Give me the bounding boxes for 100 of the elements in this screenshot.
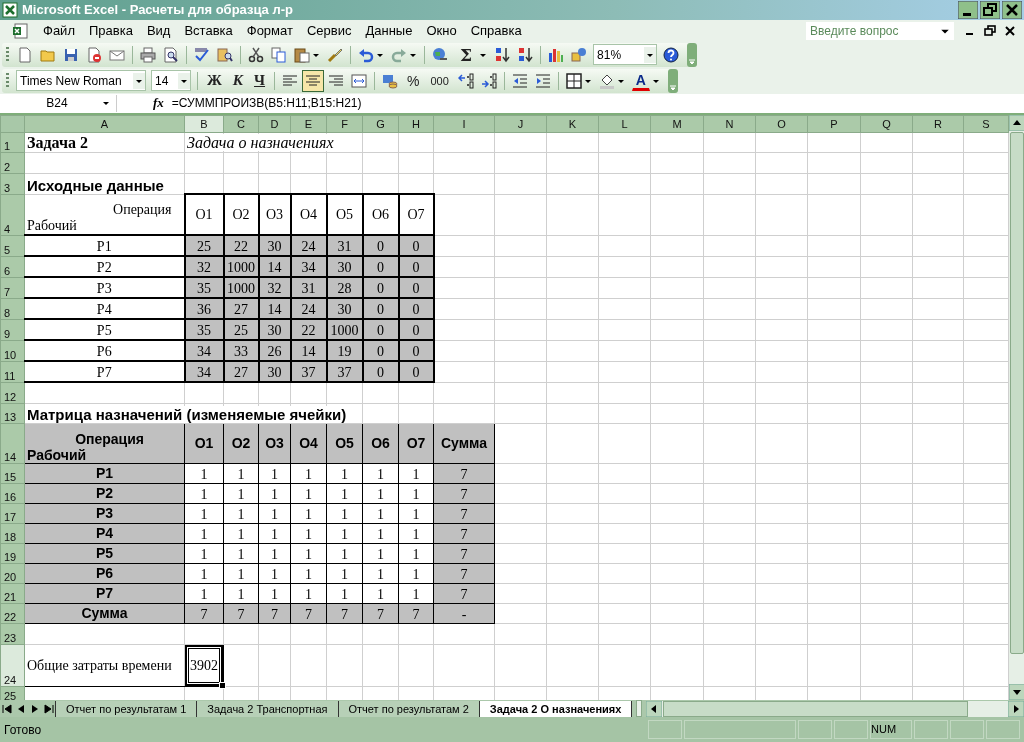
borders-icon[interactable] (565, 72, 582, 89)
menu-item[interactable]: Справка (463, 22, 529, 40)
column-header[interactable]: M (650, 115, 704, 133)
table-cell[interactable]: 1 (326, 483, 363, 504)
column-header[interactable]: A (24, 115, 185, 133)
row-header[interactable]: 12 (0, 382, 25, 404)
table-cell[interactable]: 1 (290, 583, 327, 604)
italic-button[interactable]: К (227, 69, 249, 92)
table-cell[interactable]: 1 (362, 483, 399, 504)
column-header[interactable]: E (290, 115, 327, 133)
table-cell[interactable]: O5 (326, 423, 363, 464)
row-header[interactable]: 20 (0, 563, 25, 584)
restore-icon[interactable] (980, 0, 1000, 19)
row-header[interactable]: 19 (0, 543, 25, 564)
scroll-thumb[interactable] (663, 700, 968, 717)
table-cell[interactable]: 1 (362, 523, 399, 544)
scroll-right-icon[interactable] (1008, 700, 1024, 717)
menu-item[interactable]: Окно (419, 22, 464, 40)
caret-icon[interactable] (178, 72, 190, 89)
table-cell[interactable]: 1 (398, 503, 434, 524)
scroll-left-icon[interactable] (646, 700, 663, 717)
table-cell[interactable]: 1 (184, 543, 224, 564)
table-cell[interactable]: 1 (362, 463, 399, 484)
blank-page-icon[interactable] (17, 46, 33, 63)
undo-arrow-icon[interactable] (358, 46, 374, 63)
page-stop-icon[interactable] (86, 46, 102, 63)
menu-item[interactable]: Файл (36, 22, 82, 40)
row-header[interactable]: 16 (0, 483, 25, 504)
row-header[interactable]: 24 (0, 644, 25, 687)
table-cell[interactable]: 1 (290, 523, 327, 544)
table-cell[interactable]: 1 (398, 543, 434, 564)
column-header[interactable]: I (433, 115, 495, 133)
table-cell[interactable]: 1 (290, 563, 327, 584)
table-cell[interactable]: Сумма (433, 423, 495, 464)
table-cell[interactable]: 1 (223, 483, 259, 504)
font-field[interactable]: Times New Roman (16, 70, 146, 92)
bar-chart-icon[interactable] (548, 46, 565, 63)
row-header[interactable]: 10 (0, 340, 25, 362)
menu-item[interactable]: Формат (239, 22, 300, 40)
scroll-thumb[interactable] (1010, 131, 1024, 654)
thousands-button[interactable]: 000 (425, 69, 454, 92)
row-header[interactable]: 2 (0, 152, 25, 174)
help-circle-icon[interactable] (663, 46, 680, 63)
formula-field[interactable]: =СУММПРОИЗВ(B5:H11;B15:H21) (171, 96, 362, 111)
paintbrush-icon[interactable] (327, 46, 343, 63)
table-cell[interactable]: 1 (184, 563, 224, 584)
table-cell[interactable]: 1 (290, 503, 327, 524)
align-center-icon[interactable] (305, 72, 322, 89)
caret-icon[interactable] (133, 72, 145, 89)
sheet-tab[interactable]: Отчет по результатам 1 (55, 700, 198, 717)
table-cell[interactable]: 1 (223, 543, 259, 564)
coin-stack-icon[interactable] (382, 72, 399, 89)
row-header[interactable]: 13 (0, 403, 25, 424)
row-header[interactable]: 5 (0, 235, 25, 257)
table-cell[interactable]: 1 (290, 463, 327, 484)
table-cell[interactable]: 1 (223, 523, 259, 544)
row-header[interactable]: 22 (0, 603, 25, 624)
row-header[interactable]: 7 (0, 277, 25, 299)
autosum-button[interactable]: Σ (455, 43, 478, 66)
column-header[interactable]: N (703, 115, 756, 133)
table-cell[interactable]: 3902 (184, 644, 224, 687)
column-header[interactable]: K (546, 115, 599, 133)
zoom-field[interactable]: 81% (593, 44, 658, 66)
workbook-icon[interactable] (12, 22, 28, 39)
table-cell[interactable]: 1 (290, 543, 327, 564)
row-header[interactable]: 3 (0, 173, 25, 195)
close-icon[interactable] (1003, 23, 1017, 38)
row-header[interactable]: 18 (0, 523, 25, 544)
printer-icon[interactable] (140, 46, 156, 63)
row-header[interactable]: 11 (0, 361, 25, 383)
table-cell[interactable]: 1 (326, 563, 363, 584)
row-header[interactable]: 14 (0, 423, 25, 464)
fewer-decimals-icon[interactable] (480, 72, 497, 89)
table-cell[interactable]: 1 (258, 483, 291, 504)
align-right-icon[interactable] (328, 72, 345, 89)
menu-item[interactable]: Правка (81, 22, 140, 40)
table-cell[interactable]: 1 (223, 463, 259, 484)
table-cell[interactable]: 1 (258, 463, 291, 484)
column-header[interactable]: O (755, 115, 808, 133)
minimize-icon[interactable] (958, 0, 978, 19)
spelling-check-icon[interactable] (194, 46, 210, 63)
table-cell[interactable]: 1 (326, 543, 363, 564)
table-cell[interactable]: 34 (184, 361, 224, 383)
scissors-icon[interactable] (248, 46, 264, 63)
globe-link-icon[interactable] (432, 46, 448, 63)
menu-item[interactable]: Данные (358, 22, 420, 40)
table-cell[interactable]: 1 (398, 483, 434, 504)
sheet-tab[interactable]: Задача 2 Транспортная (196, 700, 339, 717)
row-header[interactable]: 6 (0, 256, 25, 278)
table-cell[interactable]: 1 (223, 563, 259, 584)
row-header[interactable]: 1 (0, 132, 25, 153)
restore-icon[interactable] (983, 23, 997, 38)
table-cell[interactable]: 32 (184, 256, 224, 278)
table-cell[interactable]: 1 (362, 503, 399, 524)
copy-pages-icon[interactable] (271, 46, 287, 63)
merge-center-icon[interactable] (351, 72, 368, 89)
table-cell[interactable]: 1 (398, 563, 434, 584)
column-header[interactable]: S (963, 115, 1009, 133)
column-header[interactable]: H (398, 115, 434, 133)
table-cell[interactable]: 1 (258, 583, 291, 604)
